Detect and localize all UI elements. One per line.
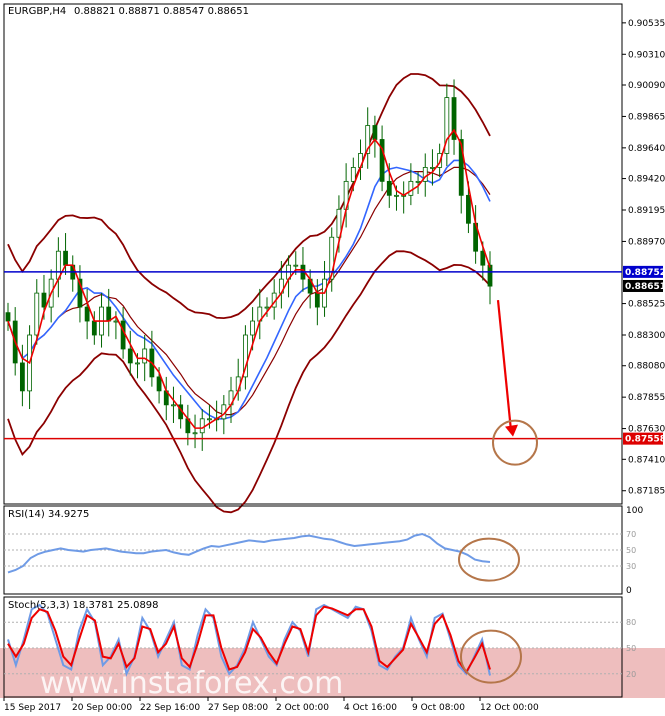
candle-body	[372, 125, 378, 140]
candle-body	[91, 320, 97, 336]
candle-body	[487, 264, 493, 287]
price-tick-label: 0.88080	[628, 362, 665, 372]
candle-body	[250, 320, 255, 336]
candle-body	[63, 250, 68, 266]
price-tick-label: 0.89865	[628, 112, 665, 122]
level-target-value: 0.87558	[625, 435, 665, 445]
rsi-level-label: 0	[626, 586, 632, 596]
rsi-level-label: 50	[626, 546, 636, 555]
watermark-text: www.instaforex.com	[40, 666, 343, 701]
candle-body	[171, 404, 176, 407]
rsi-level-label: 70	[626, 530, 636, 539]
watermark-band: www.instaforex.com	[0, 648, 665, 701]
rsi-series	[7, 532, 491, 574]
price-tick-label: 0.88525	[628, 300, 665, 310]
candle-body	[19, 362, 25, 392]
candle-body	[156, 376, 162, 392]
price-axis: 0.90535 0.90310 0.90090 0.89865 0.89640 0.894…	[622, 19, 665, 497]
price-tick-label: 0.89640	[628, 144, 665, 154]
candle-body	[199, 418, 205, 434]
price-tick-label: 0.88970	[628, 237, 665, 247]
time-tick-label: 27 Sep 08:00	[208, 703, 268, 713]
candle-body	[192, 432, 198, 435]
rsi-level-label: 100	[626, 506, 643, 516]
projection-annotation	[492, 299, 538, 466]
price-tick-label: 0.89420	[628, 175, 665, 185]
rsi-line	[7, 532, 520, 582]
rsi-label: RSI(14) 34.9275	[8, 509, 89, 520]
price-tick-label: 0.90090	[628, 81, 665, 91]
candle-body	[394, 194, 399, 197]
candle-body	[135, 362, 140, 365]
ohlc-label: 0.88821 0.88871 0.88547 0.88651	[74, 6, 249, 17]
candle-body	[84, 306, 90, 322]
candle-body	[264, 306, 270, 309]
price-panel: 0.90535 0.90310 0.90090 0.89865 0.89640 0.894…	[3, 3, 665, 514]
candle-body	[120, 320, 126, 350]
rsi-grid: 100 70 50 30 0	[4, 506, 643, 596]
price-levels: 0.88752 0.88651 0.87558	[4, 265, 665, 445]
instrument-label: EURGBP,H4	[8, 6, 66, 17]
candle-body	[5, 312, 11, 322]
stoch-level-label: 80	[626, 618, 636, 627]
rsi-circle	[458, 537, 520, 582]
rsi-level-label: 30	[626, 562, 636, 571]
candles	[5, 79, 493, 451]
candle-body	[113, 320, 119, 323]
candle-body	[142, 348, 148, 364]
candle-body	[386, 180, 392, 196]
price-tick-label: 0.88300	[628, 331, 665, 341]
candle-body	[106, 306, 112, 322]
time-tick-label: 22 Sep 16:00	[140, 703, 200, 713]
price-tick-label: 0.87185	[628, 487, 665, 497]
candle-body	[127, 348, 133, 364]
time-tick-label: 12 Oct 00:00	[480, 703, 539, 713]
price-panel-frame	[3, 3, 623, 505]
price-tick-label: 0.87410	[628, 455, 665, 465]
candle-body	[350, 167, 356, 182]
candle-body	[207, 418, 212, 421]
candle-body	[408, 180, 414, 196]
price-tick-label: 0.89195	[628, 206, 665, 216]
stoch-level-label: 20	[626, 670, 636, 679]
projection-arrow-head	[505, 424, 518, 437]
level-resistance-value: 0.88752	[625, 268, 665, 278]
time-tick-label: 4 Oct 16:00	[344, 703, 397, 713]
time-tick-label: 2 Oct 00:00	[276, 703, 329, 713]
candle-body	[466, 194, 471, 224]
candle-body	[293, 264, 299, 267]
candle-body	[34, 292, 40, 336]
time-tick-label: 9 Oct 08:00	[412, 703, 465, 713]
level-current-value: 0.88651	[625, 282, 665, 292]
rsi-panel: 100 70 50 30 0 RSI(14) 34.9275	[3, 505, 643, 596]
projection-arrow-line	[496, 299, 513, 431]
stoch-label: Stoch(5,3,3) 18.3781 25.0898	[8, 600, 159, 611]
chart-canvas: www.instaforex.com 0.90535 0.90310 0.90090…	[0, 3, 665, 713]
price-tick-label: 0.90310	[628, 50, 665, 60]
candle-body	[41, 292, 47, 308]
price-tick-label: 0.87855	[628, 393, 665, 403]
candle-body	[314, 292, 320, 308]
candle-body	[430, 167, 435, 169]
candle-body	[480, 250, 486, 266]
candle-body	[415, 180, 421, 183]
time-tick-label: 20 Sep 00:00	[72, 703, 132, 713]
price-tick-label: 0.90535	[628, 19, 665, 29]
time-tick-label: 15 Sep 2017	[4, 703, 61, 713]
stoch-level-label: 50	[626, 644, 636, 653]
